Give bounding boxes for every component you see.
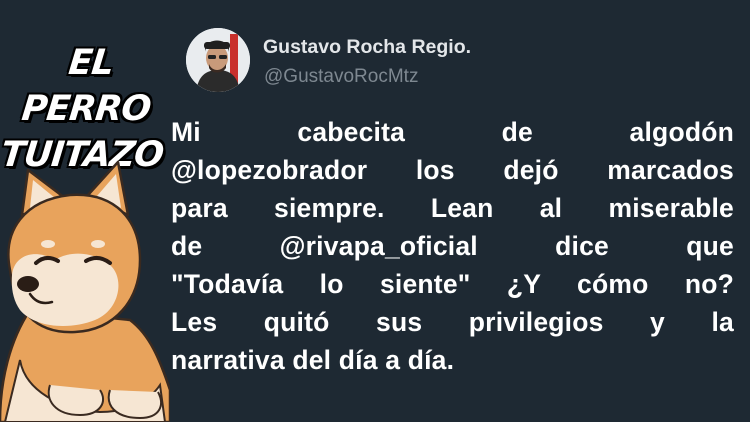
tweet-line: @lopezobrador los dejó marcados bbox=[171, 155, 734, 185]
tweet-line: Mi cabecita de algodón bbox=[171, 117, 734, 147]
tweet-text: Mi cabecita de algodón @lopezobrador los… bbox=[171, 113, 734, 379]
tweet-line: "Todavía lo siente" ¿Y cómo no? bbox=[171, 269, 734, 299]
avatar[interactable] bbox=[186, 28, 250, 92]
profile-photo-icon bbox=[186, 28, 250, 92]
tweet-line: narrativa del día a día. bbox=[171, 345, 455, 375]
author-handle[interactable]: @GustavoRocMtz bbox=[264, 66, 418, 88]
tweet-line: Les quitó sus privilegios y la bbox=[171, 307, 734, 337]
author-name[interactable]: Gustavo Rocha Regio. bbox=[263, 36, 471, 59]
tweet-line: de @rivapa_oficial dice que bbox=[171, 231, 734, 261]
shiba-inu-dog-icon bbox=[0, 160, 170, 422]
brand-title: EL PERRO TUITAZO bbox=[0, 40, 173, 178]
brand-title-line-1: EL PERRO bbox=[19, 43, 153, 129]
tweet-line: para siempre. Lean al miserable bbox=[171, 193, 734, 223]
